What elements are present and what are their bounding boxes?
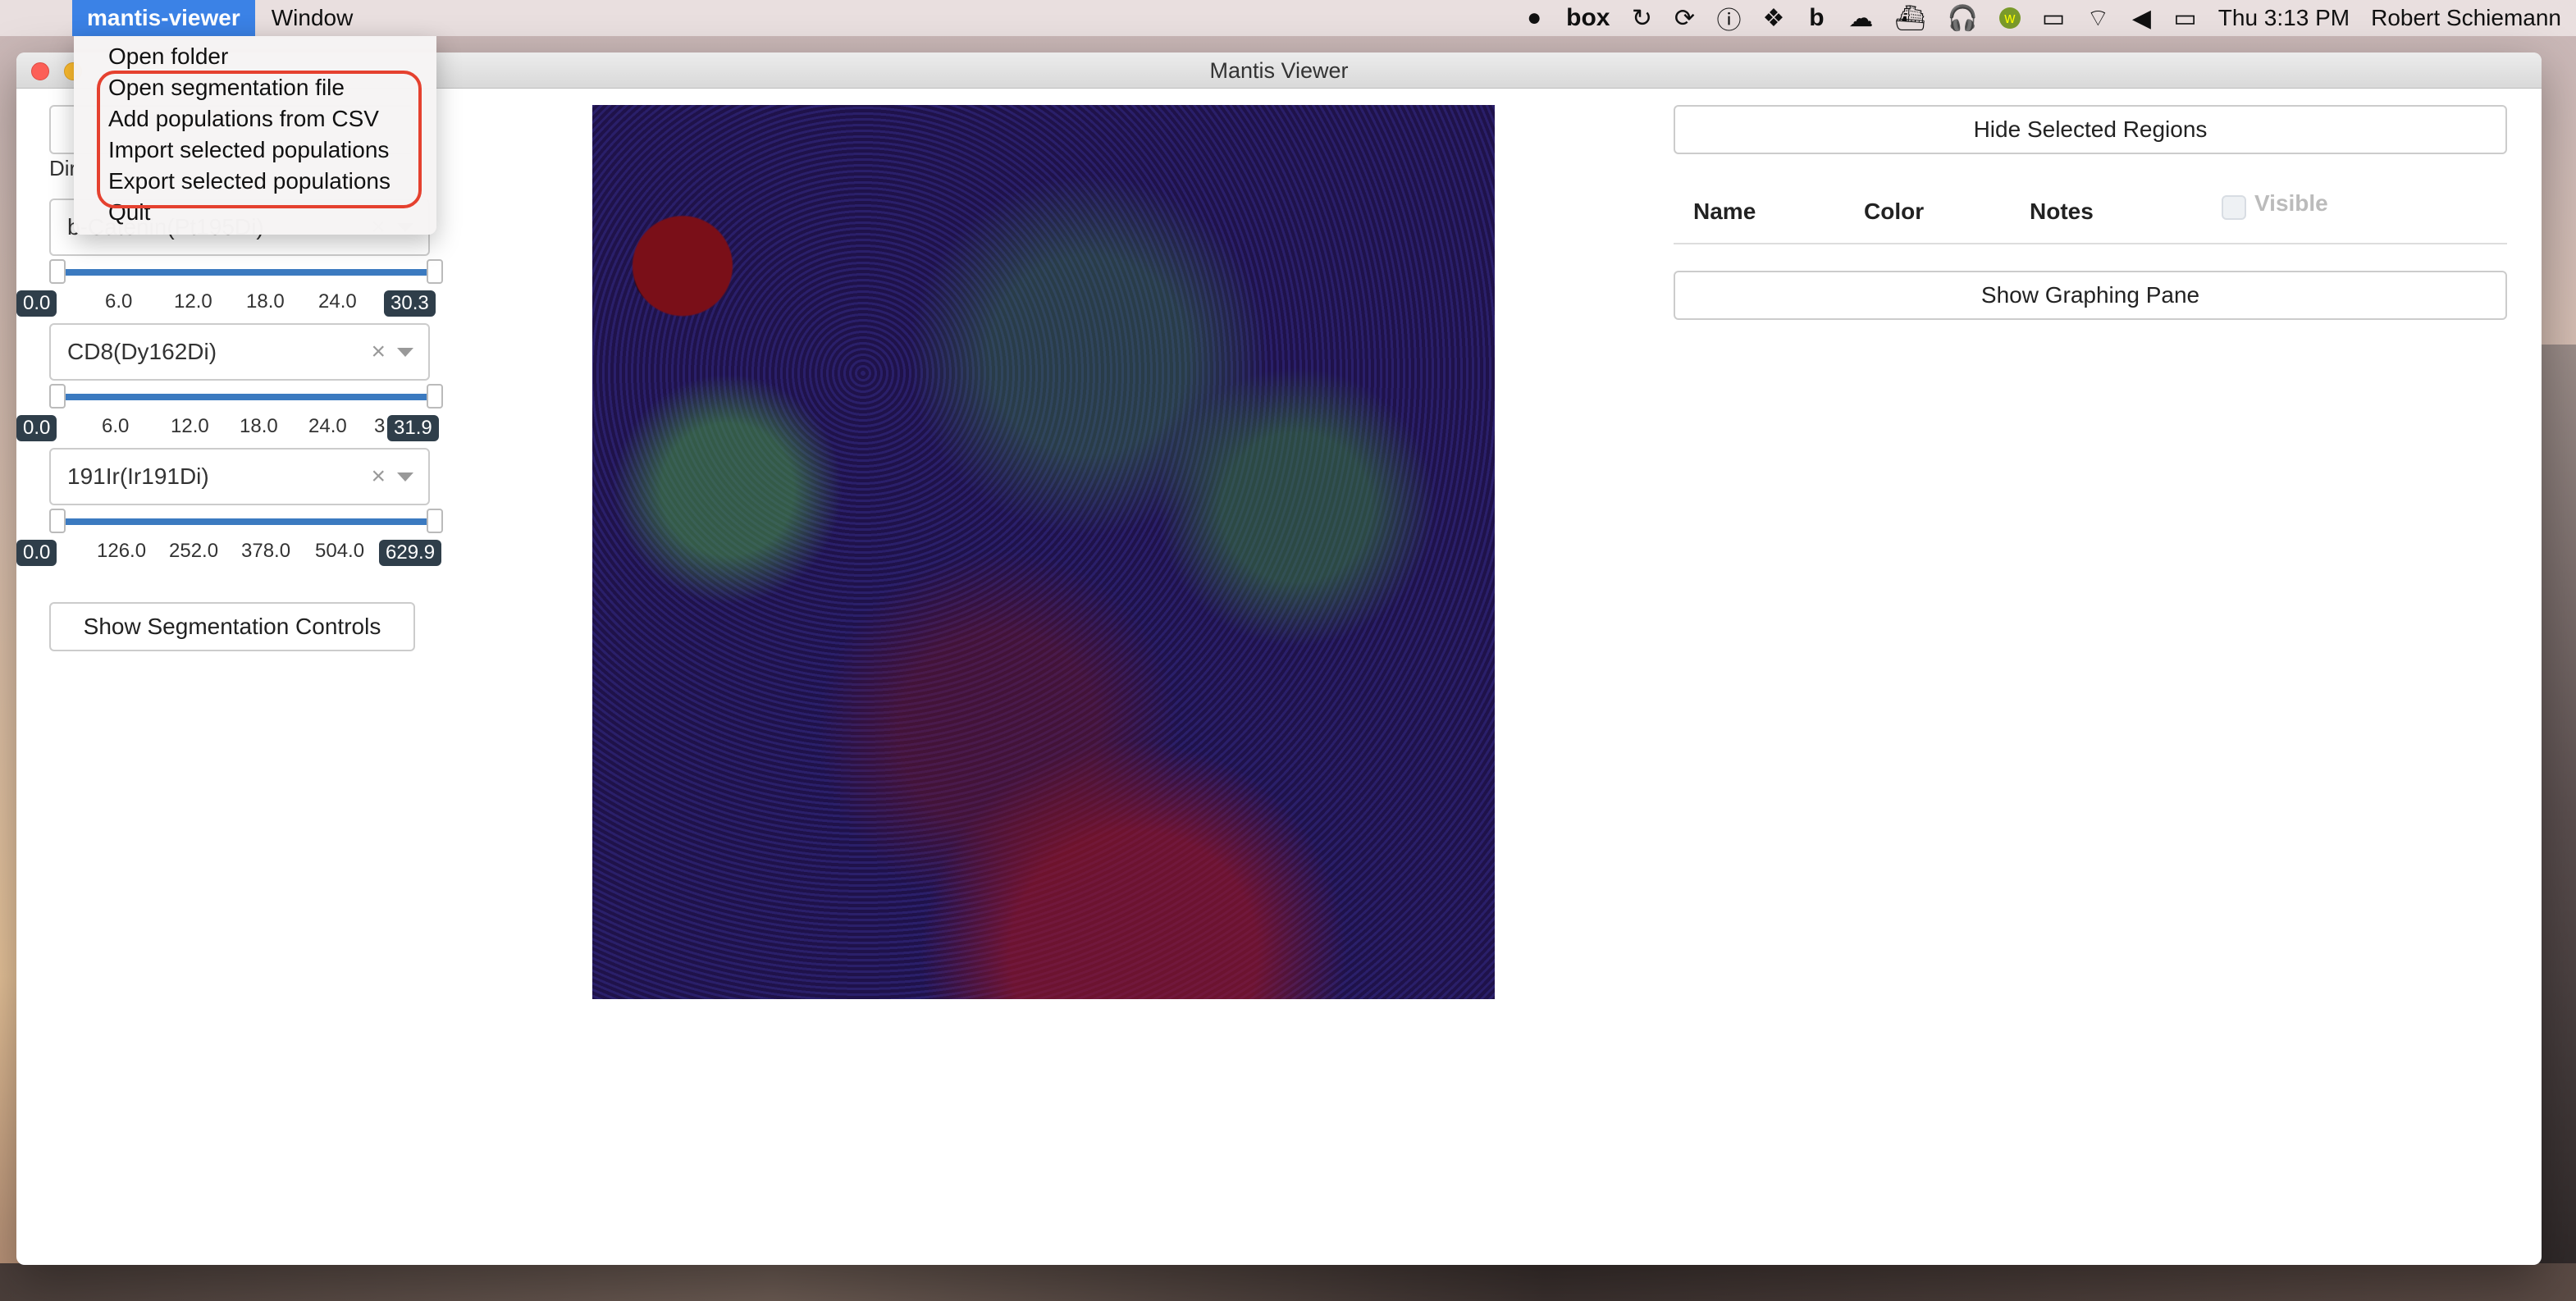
user-name[interactable]: Robert Schiemann: [2371, 5, 2561, 31]
box-icon[interactable]: box: [1566, 4, 1610, 32]
b-icon[interactable]: b: [1806, 4, 1827, 32]
dim-label: Dir: [49, 156, 77, 180]
channel-slider-1[interactable]: [49, 259, 443, 284]
column-notes[interactable]: Notes: [2030, 179, 2094, 244]
headphones-icon[interactable]: 🎧: [1948, 4, 1978, 33]
menu-bar: mantis-viewer Window ● box ↻ ⟳ ⓘ ❖ b ☁ ⛴…: [0, 0, 2576, 36]
w-icon[interactable]: w: [1998, 7, 2021, 29]
message-icon[interactable]: ●: [1523, 4, 1545, 32]
volume-icon[interactable]: ◀: [2131, 4, 2152, 33]
docker-icon[interactable]: ⛴: [1894, 4, 1925, 33]
tick-label: 6.0: [105, 290, 133, 313]
channel-slider-3[interactable]: [49, 509, 443, 533]
menu-window[interactable]: Window: [255, 5, 370, 31]
annotation-highlight-box: [97, 71, 422, 208]
tick-label: 126.0: [97, 540, 147, 562]
slider-max-handle[interactable]: [427, 509, 443, 533]
channel-select-2[interactable]: CD8(Dy162Di) ×: [49, 323, 430, 381]
tissue-image-canvas[interactable]: [592, 105, 1495, 999]
status-area: ● box ↻ ⟳ ⓘ ❖ b ☁ ⛴ 🎧 w ▭ ⌔ ◀ ▭ Thu 3:13…: [1523, 0, 2561, 36]
slider-max-handle[interactable]: [427, 259, 443, 284]
channel-select-3[interactable]: 191Ir(Ir191Di) ×: [49, 448, 430, 505]
column-name[interactable]: Name: [1693, 179, 1756, 244]
slider-max-value: 30.3: [384, 290, 436, 317]
tick-label: 378.0: [241, 540, 291, 562]
slider-track: [64, 269, 432, 276]
slider-track: [64, 394, 432, 400]
app-menu-dropdown: Open folder Open segmentation file Add p…: [74, 36, 436, 235]
window-title: Mantis Viewer: [1209, 58, 1349, 83]
menu-app-mantis-viewer[interactable]: mantis-viewer: [72, 0, 255, 36]
slider-min-handle[interactable]: [49, 384, 66, 409]
tick-label: 252.0: [169, 540, 219, 562]
populations-table-header: Name Color Notes Visible: [1674, 179, 2507, 244]
slider-min-value: 0.0: [16, 540, 57, 566]
wifi-icon[interactable]: ⌔: [2086, 2, 2109, 34]
tick-label: 24.0: [308, 415, 347, 437]
desktop-wallpaper-rock: [0, 1263, 2576, 1301]
slider-min-handle[interactable]: [49, 509, 66, 533]
show-segmentation-controls-button[interactable]: Show Segmentation Controls: [49, 602, 415, 651]
cloud-upload-icon[interactable]: ☁: [1848, 4, 1873, 33]
slider-min-value: 0.0: [16, 290, 57, 317]
tick-label: 6.0: [102, 415, 130, 437]
slider-max-value: 31.9: [387, 415, 439, 441]
tick-label: 12.0: [174, 290, 212, 313]
channel-select-2-value: CD8(Dy162Di): [67, 339, 217, 364]
close-window-button[interactable]: [31, 62, 49, 80]
sync-icon[interactable]: ↻: [1632, 4, 1653, 33]
airplay-icon[interactable]: ▭: [2042, 4, 2065, 33]
refresh-icon[interactable]: ⟳: [1674, 4, 1696, 33]
visible-all-checkbox[interactable]: [2222, 195, 2246, 220]
battery-icon[interactable]: ▭: [2173, 4, 2196, 33]
menu-item-open-folder[interactable]: Open folder: [108, 41, 228, 72]
hide-selected-regions-button[interactable]: Hide Selected Regions: [1674, 105, 2507, 154]
info-icon[interactable]: ⓘ: [1717, 0, 1742, 36]
tick-label: 504.0: [315, 540, 365, 562]
slider-ticks-1: 0.0 6.0 12.0 18.0 24.0 30.3: [16, 290, 458, 317]
slider-max-handle[interactable]: [427, 384, 443, 409]
tick-label: 18.0: [246, 290, 285, 313]
clock[interactable]: Thu 3:13 PM: [2218, 5, 2350, 31]
slider-ticks-2: 0.0 6.0 12.0 18.0 24.0 3 31.9: [16, 415, 458, 441]
show-graphing-pane-button[interactable]: Show Graphing Pane: [1674, 271, 2507, 320]
column-color[interactable]: Color: [1864, 179, 1924, 244]
slider-track: [64, 518, 432, 525]
chevron-down-icon[interactable]: [397, 347, 413, 357]
tick-label: 18.0: [240, 415, 278, 437]
slider-min-value: 0.0: [16, 415, 57, 441]
slider-ticks-3: 0.0 126.0 252.0 378.0 504.0 629.9: [16, 540, 458, 566]
slider-max-value: 629.9: [379, 540, 442, 566]
channel-slider-2[interactable]: [49, 384, 443, 409]
tick-label: 12.0: [171, 415, 209, 437]
dropbox-icon[interactable]: ❖: [1763, 4, 1785, 33]
chevron-down-icon[interactable]: [397, 472, 413, 482]
channel-select-3-value: 191Ir(Ir191Di): [67, 463, 209, 489]
tick-label: 24.0: [318, 290, 357, 313]
slider-min-handle[interactable]: [49, 259, 66, 284]
clear-icon[interactable]: ×: [371, 338, 386, 366]
tick-label: 3: [374, 415, 386, 437]
column-visible: Visible: [2254, 190, 2328, 216]
clear-icon[interactable]: ×: [371, 463, 386, 491]
